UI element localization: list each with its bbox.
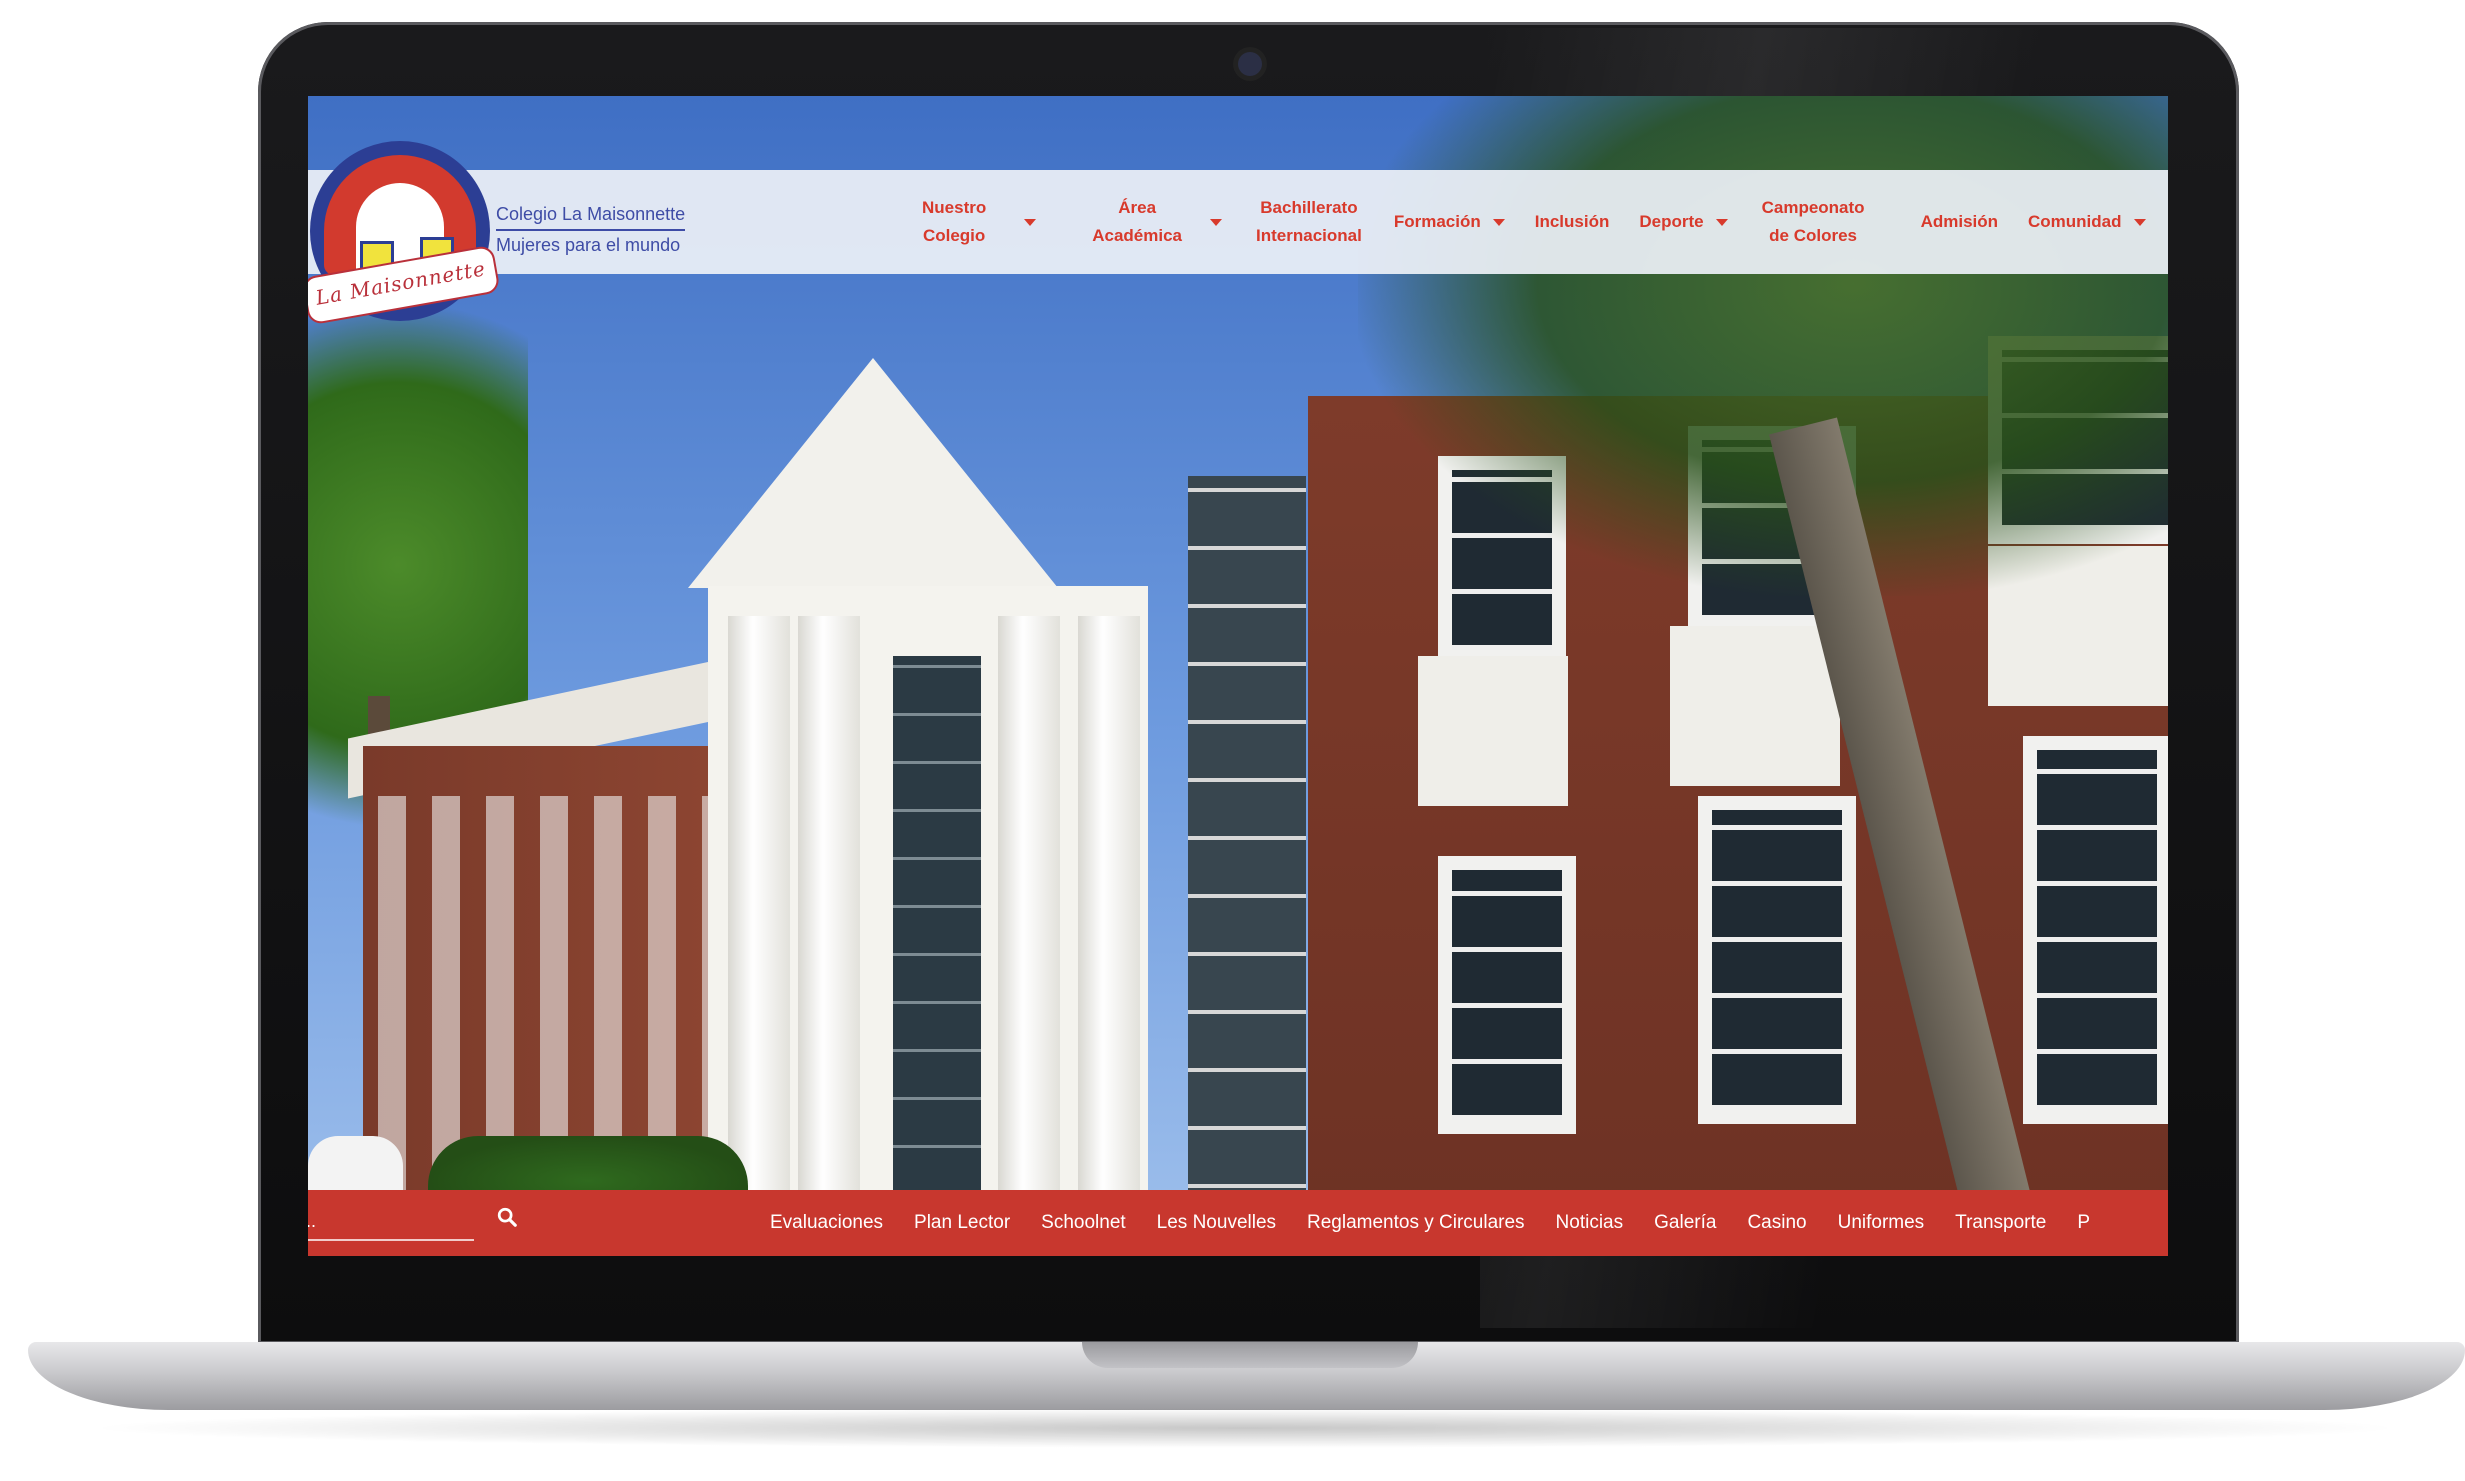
nav-label: Área <box>1118 198 1157 217</box>
webcam-icon <box>1238 52 1262 76</box>
nav-label: Inclusión <box>1534 212 1610 231</box>
hero-window <box>2023 736 2168 1124</box>
nav-item-nuestro-colegio[interactable]: Nuestro Colegio <box>922 194 1037 250</box>
laptop-shadow <box>80 1408 2410 1448</box>
brand-tagline: Mujeres para el mundo <box>496 235 681 255</box>
quick-link-transporte[interactable]: Transporte <box>1955 1212 2046 1234</box>
quick-link-plan-lector[interactable]: Plan Lector <box>914 1212 1010 1234</box>
nav-label: Colegio <box>922 226 986 245</box>
search-input[interactable] <box>308 1203 474 1241</box>
brand-name[interactable]: Colegio La Maisonnette <box>496 200 686 231</box>
nav-item-bachillerato[interactable]: Bachillerato Internacional <box>1256 194 1362 250</box>
caret-down-icon <box>1210 218 1223 226</box>
nav-label: Deporte <box>1639 212 1704 231</box>
nav-label: Bachillerato <box>1260 198 1358 217</box>
quick-link-uniformes[interactable]: Uniformes <box>1838 1212 1925 1234</box>
nav-label: Académica <box>1092 226 1183 245</box>
nav-label: Comunidad <box>2028 212 2122 231</box>
nav-label: de Colores <box>1769 226 1857 245</box>
quick-link-les-nouvelles[interactable]: Les Nouvelles <box>1157 1212 1276 1234</box>
hero-car <box>308 1136 403 1196</box>
nav-item-comunidad[interactable]: Comunidad <box>2028 208 2146 236</box>
nav-item-deporte[interactable]: Deporte <box>1639 208 1728 236</box>
hero-window <box>1438 856 1576 1134</box>
nav-label: Campeonato <box>1761 198 1865 217</box>
caret-down-icon <box>1024 218 1037 226</box>
browser-screen: Colegio La Maisonnette Mujeres para el m… <box>308 96 2168 1256</box>
site-header: Colegio La Maisonnette Mujeres para el m… <box>308 170 2168 274</box>
search-icon[interactable] <box>496 1206 518 1228</box>
nav-item-area-academica[interactable]: Área Académica <box>1092 194 1223 250</box>
quick-link-casino[interactable]: Casino <box>1747 1212 1806 1234</box>
quick-link-cut-off[interactable]: P <box>2077 1212 2090 1234</box>
quick-link-galeria[interactable]: Galería <box>1654 1212 1716 1234</box>
nav-item-admision[interactable]: Admisión <box>1921 208 1998 236</box>
caret-down-icon <box>1492 218 1505 226</box>
nav-label: Nuestro <box>922 198 987 217</box>
laptop-notch <box>1082 1342 1418 1368</box>
nav-label: Admisión <box>1920 212 1999 231</box>
main-nav: Nuestro Colegio Área Académica Bachillerat… <box>868 170 2168 274</box>
hero-column <box>998 616 1060 1256</box>
nav-item-inclusion[interactable]: Inclusión <box>1535 208 1610 236</box>
hero-column <box>1078 616 1140 1256</box>
hero-wall-panel <box>1670 626 1840 786</box>
nav-label: Formación <box>1393 212 1481 231</box>
hero-wall-panel <box>1418 656 1568 806</box>
nav-item-formacion[interactable]: Formación <box>1394 208 1505 236</box>
hero-entrance-window <box>893 656 981 1196</box>
hero-pediment <box>688 358 1058 588</box>
hero-window <box>1698 796 1856 1124</box>
brand-block[interactable]: Colegio La Maisonnette Mujeres para el m… <box>496 200 686 259</box>
quick-link-noticias[interactable]: Noticias <box>1556 1212 1624 1234</box>
nav-label: Internacional <box>1256 226 1362 245</box>
hero-column <box>798 616 860 1256</box>
quick-link-reglamentos[interactable]: Reglamentos y Circulares <box>1307 1212 1525 1234</box>
quick-link-schoolnet[interactable]: Schoolnet <box>1041 1212 1126 1234</box>
quick-links: Evaluaciones Plan Lector Schoolnet Les N… <box>770 1190 2121 1256</box>
quick-links-bar: Evaluaciones Plan Lector Schoolnet Les N… <box>308 1190 2168 1256</box>
caret-down-icon <box>2133 218 2146 226</box>
nav-item-campeonato[interactable]: Campeonato de Colores <box>1762 194 1865 250</box>
quick-link-evaluaciones[interactable]: Evaluaciones <box>770 1212 883 1234</box>
hero-tall-window <box>1188 476 1306 1246</box>
caret-down-icon <box>1715 218 1728 226</box>
